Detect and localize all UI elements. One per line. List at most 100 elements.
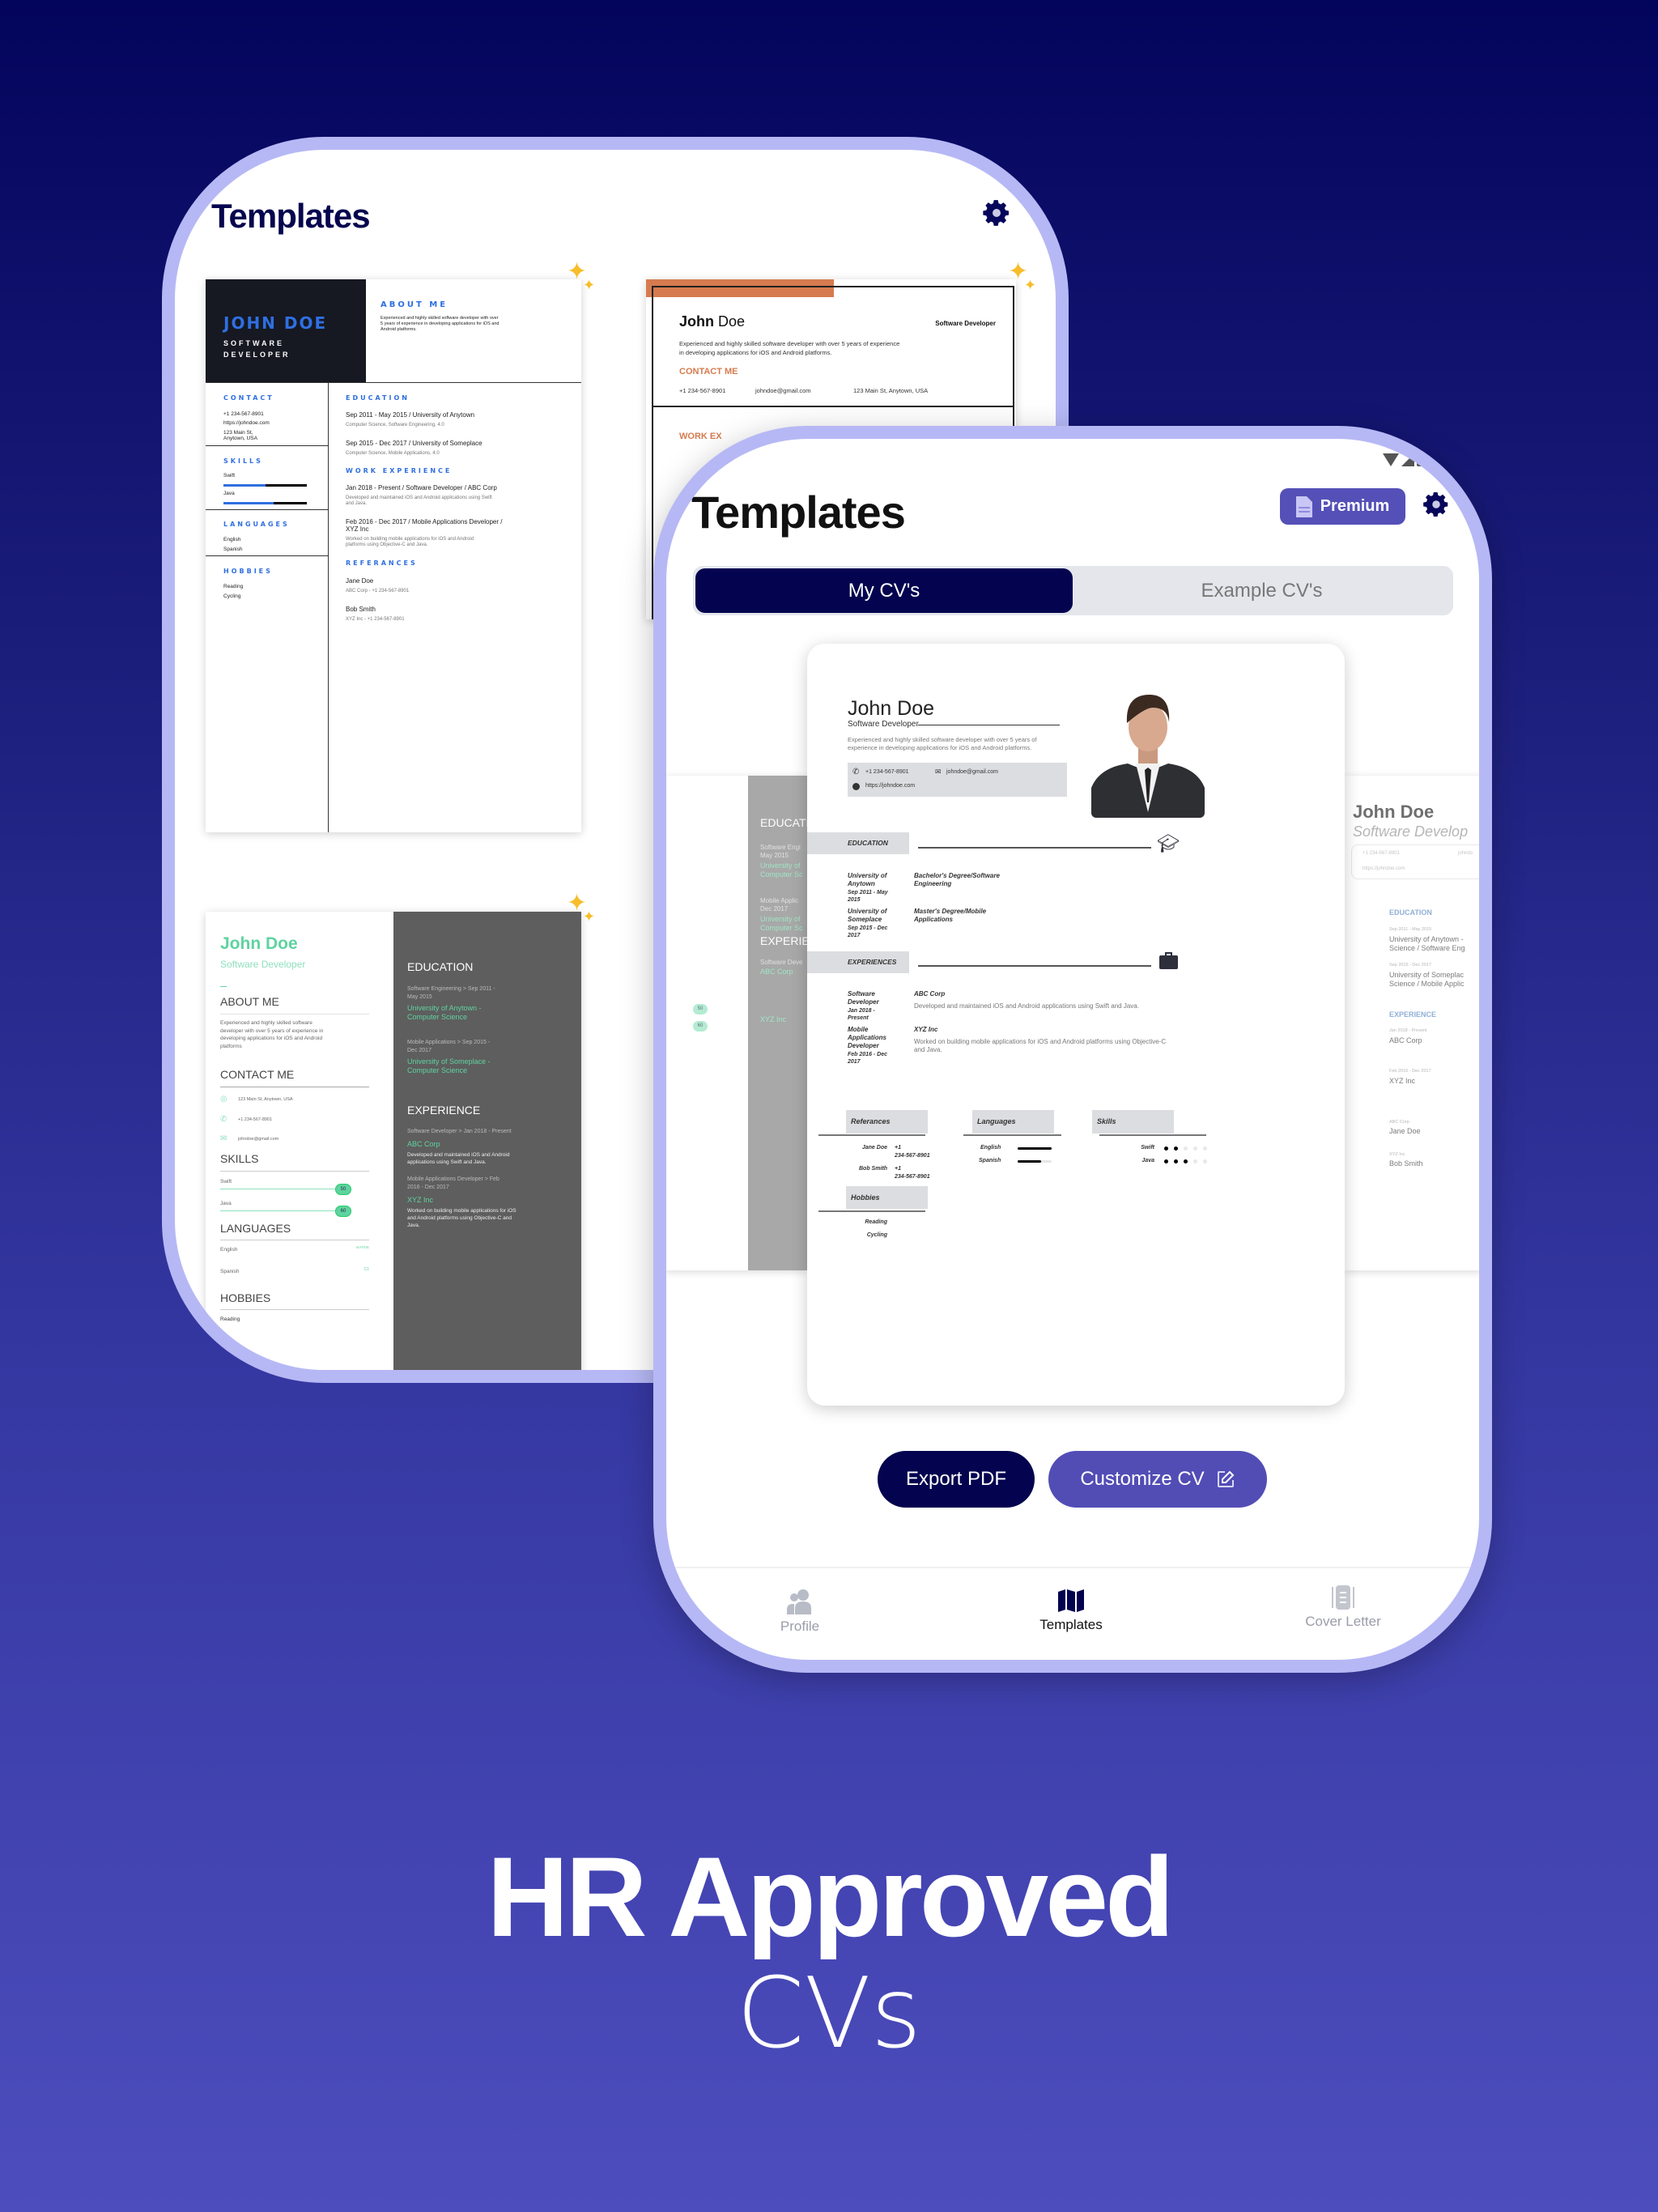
accent-dash: [220, 986, 227, 987]
skills-heading: SKILLS: [220, 1152, 259, 1165]
resume-role: Software Developer: [935, 320, 996, 327]
education-detail: Software Engineering > Sep 2011 -: [407, 986, 495, 992]
text: Dec 2017: [760, 905, 789, 912]
about-heading: ABOUT ME: [380, 300, 449, 309]
section-title: EDUCATION: [848, 839, 888, 847]
education-school: Someplace: [848, 916, 882, 923]
divider: [206, 555, 328, 556]
education-school: Computer Science: [407, 1066, 468, 1074]
premium-button[interactable]: Premium: [1280, 488, 1405, 525]
experience-desc: and Android platforms using Objective-C …: [407, 1215, 512, 1221]
contact-phone: +1 234-567-8901: [238, 1117, 273, 1122]
work-desc: Developed and maintained iOS and Android…: [346, 496, 492, 500]
contact-heading: CONTACT ME: [679, 367, 738, 376]
divider: [206, 382, 581, 383]
experience-dates: Feb 2016 - Dec: [848, 1052, 888, 1057]
about-text: Android platforms.: [380, 327, 417, 332]
education-heading: EDUCATION: [346, 394, 410, 402]
cv-preview-card[interactable]: John Doe Software Developer Experienced …: [807, 644, 1345, 1406]
template-card-classic-blue[interactable]: JOHN DOE SOFTWARE DEVELOPER ABOUT ME Exp…: [206, 279, 581, 832]
contact-phone: +1 234-567-8901: [679, 387, 726, 394]
languages-heading: LANGUAGES: [220, 1222, 291, 1235]
hobbies-heading: HOBBIES: [223, 568, 273, 575]
education-detail: May 2015: [407, 994, 432, 1000]
language: Spanish: [223, 547, 243, 552]
skill-name: Swift: [1141, 1145, 1154, 1151]
customize-cv-button[interactable]: Customize CV: [1048, 1451, 1267, 1508]
education-dates: Sep 2015 - Dec: [848, 925, 888, 931]
resume-name: John Doe: [1353, 802, 1435, 822]
work-title: Feb 2016 - Dec 2017 / Mobile Application…: [346, 518, 503, 525]
export-pdf-button[interactable]: Export PDF: [878, 1451, 1035, 1508]
gear-icon[interactable]: [1421, 489, 1452, 520]
experience-company: XYZ Inc: [914, 1026, 938, 1033]
skill-bar-fill: [223, 484, 266, 487]
work-heading: WORK EX: [679, 432, 722, 441]
divider: [220, 1014, 369, 1015]
text: University of Someplac: [1389, 971, 1465, 979]
text: University of: [760, 861, 801, 870]
text: University of Anytown -: [1389, 935, 1464, 943]
contact-phone: +1 234-567-8901: [1363, 851, 1400, 856]
experience-desc: Worked on building mobile applications f…: [914, 1038, 1167, 1045]
contact-email: johndoe@gmail.com: [755, 387, 811, 394]
cv-carousel-card-next[interactable]: John Doe Software Develop +1 234-567-890…: [1345, 776, 1479, 1270]
nav-item-cover-letter[interactable]: Cover Letter: [1278, 1585, 1408, 1642]
nav-item-profile[interactable]: Profile: [743, 1589, 857, 1645]
education-detail: Computer Science, Mobile Applications, 4…: [346, 451, 440, 456]
work-title: XYZ Inc: [346, 525, 369, 533]
phone-icon: ✆: [852, 768, 860, 776]
about-text: Experienced and highly skilled software …: [380, 316, 499, 321]
language-bar-fill: [1018, 1147, 1052, 1150]
education-dates: 2015: [848, 897, 861, 903]
reference-detail: ABC Corp - +1 234-567-8901: [346, 589, 410, 593]
page-title: Templates: [691, 487, 906, 538]
experience-desc: Worked on building mobile applications f…: [407, 1208, 517, 1214]
skill-value-badge: 50: [693, 1004, 708, 1015]
tab-example-cvs[interactable]: Example CV's: [1073, 568, 1451, 613]
text: Sep 2015 - Dec 2017: [1389, 963, 1431, 968]
graduation-cap-icon: 🎓︎: [1157, 833, 1180, 853]
tab-my-cvs[interactable]: My CV's: [695, 568, 1073, 613]
about-text: Experienced and highly skilled software: [220, 1020, 312, 1026]
hobby: Reading: [865, 1219, 887, 1225]
nav-label: Profile: [780, 1619, 820, 1634]
resume-name: John Doe: [220, 934, 298, 953]
battery-icon: [1417, 452, 1424, 466]
language: Spanish: [979, 1158, 1001, 1163]
language: Spanish: [220, 1269, 240, 1274]
section-title: Hobbies: [851, 1193, 880, 1202]
divider: [206, 445, 328, 446]
work-desc: Worked on building mobile applications f…: [346, 537, 474, 542]
contact-web: https://johndoe.com: [1363, 866, 1405, 871]
experience-company: ABC Corp: [407, 1140, 440, 1148]
phone-icon: ✆: [220, 1115, 227, 1124]
skill-bar-fill: [223, 502, 274, 504]
education-dates: 2017: [848, 933, 861, 938]
edit-icon: [1217, 1470, 1235, 1487]
experience-desc: applications using Swift and Java.: [407, 1159, 487, 1165]
divider: [206, 509, 328, 510]
gear-icon[interactable]: [980, 197, 1013, 229]
about-heading: ABOUT ME: [220, 995, 279, 1008]
headline-subtitle: CVs: [736, 1958, 922, 2070]
nav-item-templates[interactable]: Templates: [1014, 1589, 1128, 1645]
template-card-green[interactable]: John Doe Software Developer ABOUT ME Exp…: [206, 912, 581, 1370]
references-heading: REFERANCES: [346, 559, 418, 567]
divider: [918, 847, 1151, 849]
language-level: NATIVE: [356, 1245, 369, 1249]
text: Jane Doe: [1389, 1127, 1421, 1135]
cv-carousel-card-previous[interactable]: EDUCATION Software Engi May 2015 Univers…: [666, 776, 807, 1270]
reference-phone: 234-567-8901: [895, 1153, 930, 1159]
experience-desc: Developed and maintained iOS and Android: [407, 1152, 510, 1158]
education-title: Sep 2011 - May 2015 / University of Anyt…: [346, 411, 475, 419]
hobby: Cycling: [223, 593, 241, 599]
skill-name: Swift: [220, 1179, 232, 1185]
map-icon: [1058, 1589, 1084, 1612]
language: English: [220, 1247, 238, 1253]
sparkle-icon: ✦: [1024, 277, 1037, 293]
reference-phone: +1: [895, 1166, 901, 1172]
divider: [220, 1309, 369, 1310]
resume-role: Software Developer: [848, 720, 919, 729]
skill-dot-filled: [1184, 1159, 1188, 1163]
